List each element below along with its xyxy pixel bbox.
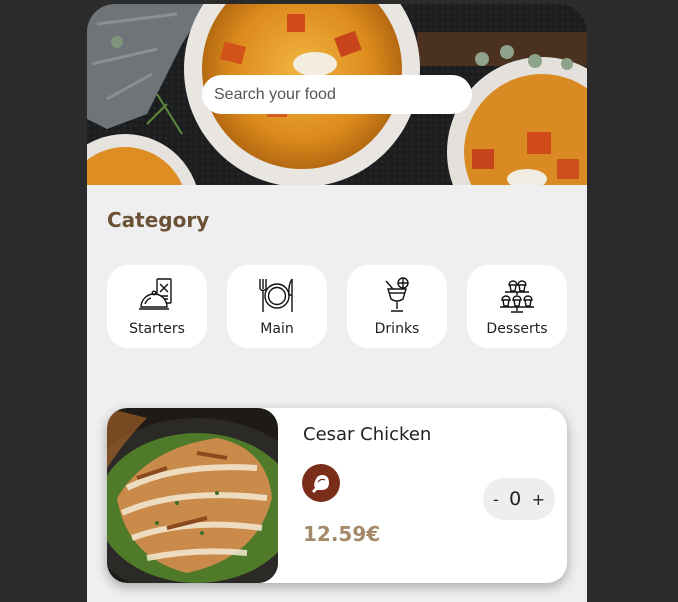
category-label: Main (260, 321, 294, 337)
product-card[interactable]: Cesar Chicken 12.59€ - 0 + (107, 408, 567, 583)
category-label: Starters (129, 321, 185, 337)
decrease-button[interactable]: - (493, 490, 499, 509)
quantity-value: 0 (509, 488, 522, 510)
category-starters[interactable]: Starters (107, 265, 207, 348)
search-input[interactable] (202, 75, 472, 114)
product-price: 12.59€ (303, 522, 381, 546)
category-desserts[interactable]: Desserts (467, 265, 567, 348)
product-name: Cesar Chicken (303, 424, 432, 445)
chicken-leg-icon (302, 464, 340, 502)
plate-fork-knife-icon (259, 278, 293, 312)
cloche-menu-icon (139, 278, 172, 310)
product-image (107, 408, 278, 583)
category-drinks[interactable]: Drinks (347, 265, 447, 348)
category-label: Drinks (374, 321, 420, 337)
cocktail-glass-icon (385, 277, 409, 312)
category-title: Category (107, 208, 210, 232)
cupcake-stand-icon (500, 280, 534, 313)
category-main[interactable]: Main (227, 265, 327, 348)
quantity-stepper[interactable]: - 0 + (483, 478, 555, 520)
hero-banner (87, 4, 587, 185)
category-label: Desserts (486, 321, 548, 337)
increase-button[interactable]: + (532, 490, 545, 509)
app-screen: Category Starters Main (87, 4, 587, 602)
